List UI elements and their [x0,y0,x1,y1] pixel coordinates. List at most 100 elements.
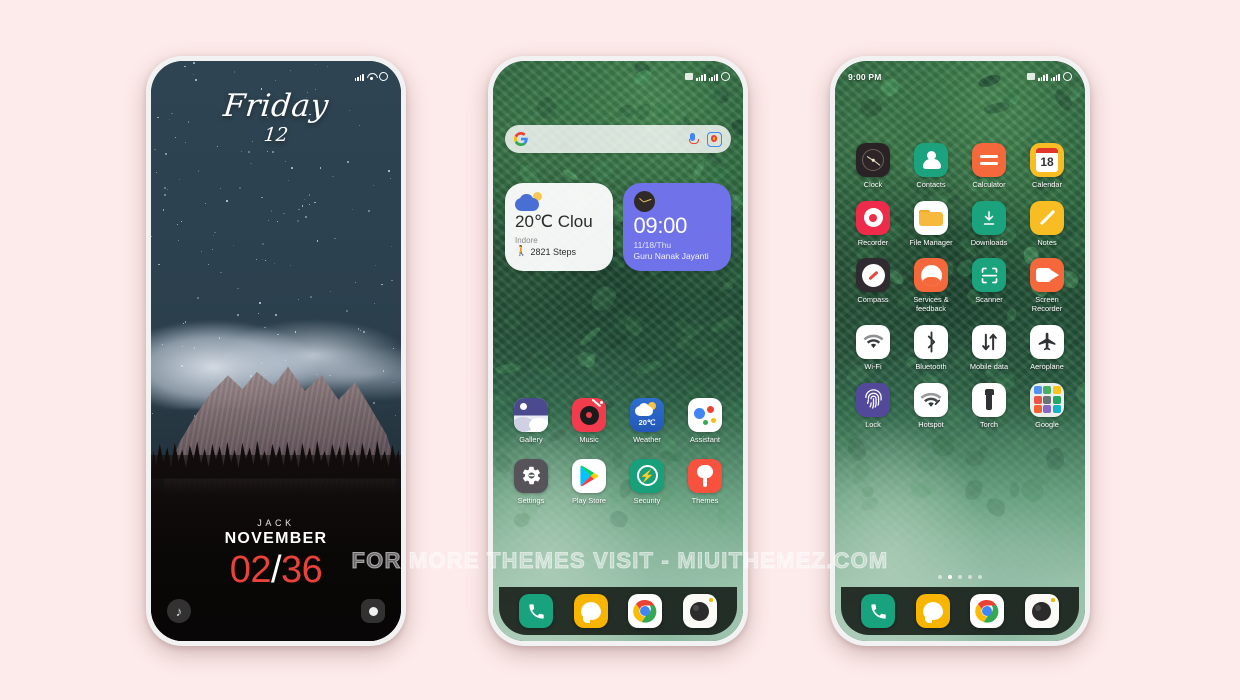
homescreen-screen[interactable]: 20℃ Clou Indore 🚶 2821 Steps 09:00 11/18… [493,61,743,641]
app-bluetooth[interactable]: Bluetooth [902,324,960,372]
lockscreen-status-bar [151,61,401,87]
dock-item-phone[interactable] [519,594,554,628]
app-clock[interactable]: Clock [844,143,902,190]
screenshot-stage: Friday 12 JACK NOVEMBER 02/36 ♪ 20℃ Clou… [0,0,1240,700]
app-label: Clock [863,180,883,189]
dock-item-camera[interactable] [682,594,717,628]
page-indicator[interactable] [835,575,1085,579]
app-weather[interactable]: 20℃ Weather [618,398,676,445]
app-lock[interactable]: Lock [844,382,902,430]
app-play-store[interactable]: Play Store [560,458,618,506]
app-file-manager[interactable]: File Manager [902,200,960,248]
app-torch[interactable]: Torch [960,382,1018,430]
clock-icon [856,143,890,177]
mobile-data-icon [972,324,1006,359]
lockscreen-screen[interactable]: Friday 12 JACK NOVEMBER 02/36 ♪ [151,61,401,641]
app-label: File Manager [909,237,953,247]
dock-item-phone[interactable] [861,594,896,628]
app-calculator[interactable]: Calculator [960,143,1018,190]
partly-cloudy-icon [515,192,543,211]
lockscreen-counter: 02/36 [151,551,401,589]
signal-bars-icon [1038,73,1048,81]
app-music[interactable]: Music [560,398,618,445]
dock-item-messages[interactable] [915,594,950,628]
dock-item-chrome[interactable] [970,594,1005,628]
sim-icon [685,73,694,80]
page-dot[interactable] [978,575,982,579]
appdrawer-status-bar: 9:00 PM [835,61,1085,87]
wifi-icon [856,324,890,359]
lockscreen-music-shortcut[interactable]: ♪ [167,599,191,623]
app-security[interactable]: ⚡ Security [618,458,676,506]
app-assistant[interactable]: Assistant [676,398,734,445]
app-label: Lock [865,419,881,429]
app-label: Calendar [1032,180,1062,189]
signal-bars-icon [354,73,364,81]
app-hotspot[interactable]: Hotspot [902,382,960,430]
clock-widget-date: 11/18/Thu [633,240,672,251]
app-wi-fi[interactable]: Wi-Fi [844,324,902,372]
messages-icon [573,594,608,628]
lockscreen-month: NOVEMBER [224,530,328,547]
contacts-icon [914,143,948,177]
app-google[interactable]: Google [1018,382,1076,430]
page-dot[interactable] [948,575,952,579]
app-contacts[interactable]: Contacts [902,143,960,190]
dock-item-camera[interactable] [1024,594,1059,628]
app-settings[interactable]: Settings [502,458,560,506]
app-label: Downloads [970,237,1008,247]
weather-icon: 20℃ [630,398,664,432]
appdrawer-app-grid: Clock Contacts Calculator 18 Calendar Recorde… [844,143,1076,429]
app-label: Calculator [972,180,1006,189]
gallery-icon [514,398,548,432]
assistant-icon [688,398,722,432]
microphone-icon[interactable] [687,132,699,146]
status-time: 9:00 PM [848,71,882,82]
app-themes[interactable]: Themes [676,458,734,506]
app-aeroplane[interactable]: Aeroplane [1018,324,1076,372]
clock-widget[interactable]: 09:00 11/18/Thu Guru Nanak Jayanti [622,183,731,271]
page-dot[interactable] [968,575,972,579]
camera-icon [368,606,378,616]
app-recorder[interactable]: Recorder [844,200,902,248]
sim-icon [1027,73,1036,80]
app-notes[interactable]: Notes [1018,200,1076,248]
homescreen-app-grid: Gallery Music 20℃ Weather Assistant Settings P… [502,398,734,505]
app-services-feedback[interactable]: Services & feedback [902,258,960,313]
play-store-icon [572,458,606,493]
signal-bars-icon [696,73,706,81]
lockscreen-camera-shortcut[interactable] [361,599,385,623]
dock-item-chrome[interactable] [628,594,663,628]
weather-widget[interactable]: 20℃ Clou Indore 🚶 2821 Steps [505,183,613,271]
widget-row: 20℃ Clou Indore 🚶 2821 Steps 09:00 11/18… [505,183,731,271]
lockscreen-clock-block: Friday 12 [151,88,401,146]
app-compass[interactable]: Compass [844,258,902,313]
app-label: Bluetooth [915,361,947,371]
app-label: Services & feedback [913,295,949,314]
app-label: Screen Recorder [1031,295,1063,314]
app-mobile-data[interactable]: Mobile data [960,324,1018,372]
google-search-bar[interactable] [505,125,731,153]
step-counter: 🚶 2821 Steps [515,246,603,257]
analog-clock-icon [633,191,655,212]
app-downloads[interactable]: Downloads [960,200,1018,248]
aeroplane-icon [1030,324,1064,359]
app-calendar[interactable]: 18 Calendar [1018,143,1076,190]
music-icon [572,398,606,432]
page-dot[interactable] [938,575,942,579]
page-dot[interactable] [958,575,962,579]
appdrawer-dock [841,587,1079,635]
app-label: Recorder [857,237,889,247]
dock-item-messages[interactable] [573,594,608,628]
app-gallery[interactable]: Gallery [502,398,560,445]
appdrawer-screen[interactable]: 9:00 PM Clock Contacts Calculator 18 Calenda… [835,61,1085,641]
app-screen-recorder[interactable]: Screen Recorder [1018,258,1076,313]
app-scanner[interactable]: Scanner [960,258,1018,313]
battery-circle-icon [721,72,730,81]
signal-bars-icon-secondary [708,73,718,81]
phone-lockscreen: Friday 12 JACK NOVEMBER 02/36 ♪ [146,56,406,646]
app-label: Aeroplane [1030,361,1064,371]
status-indicators [1027,72,1072,81]
camera-icon [682,594,717,628]
google-lens-icon[interactable] [707,131,722,147]
